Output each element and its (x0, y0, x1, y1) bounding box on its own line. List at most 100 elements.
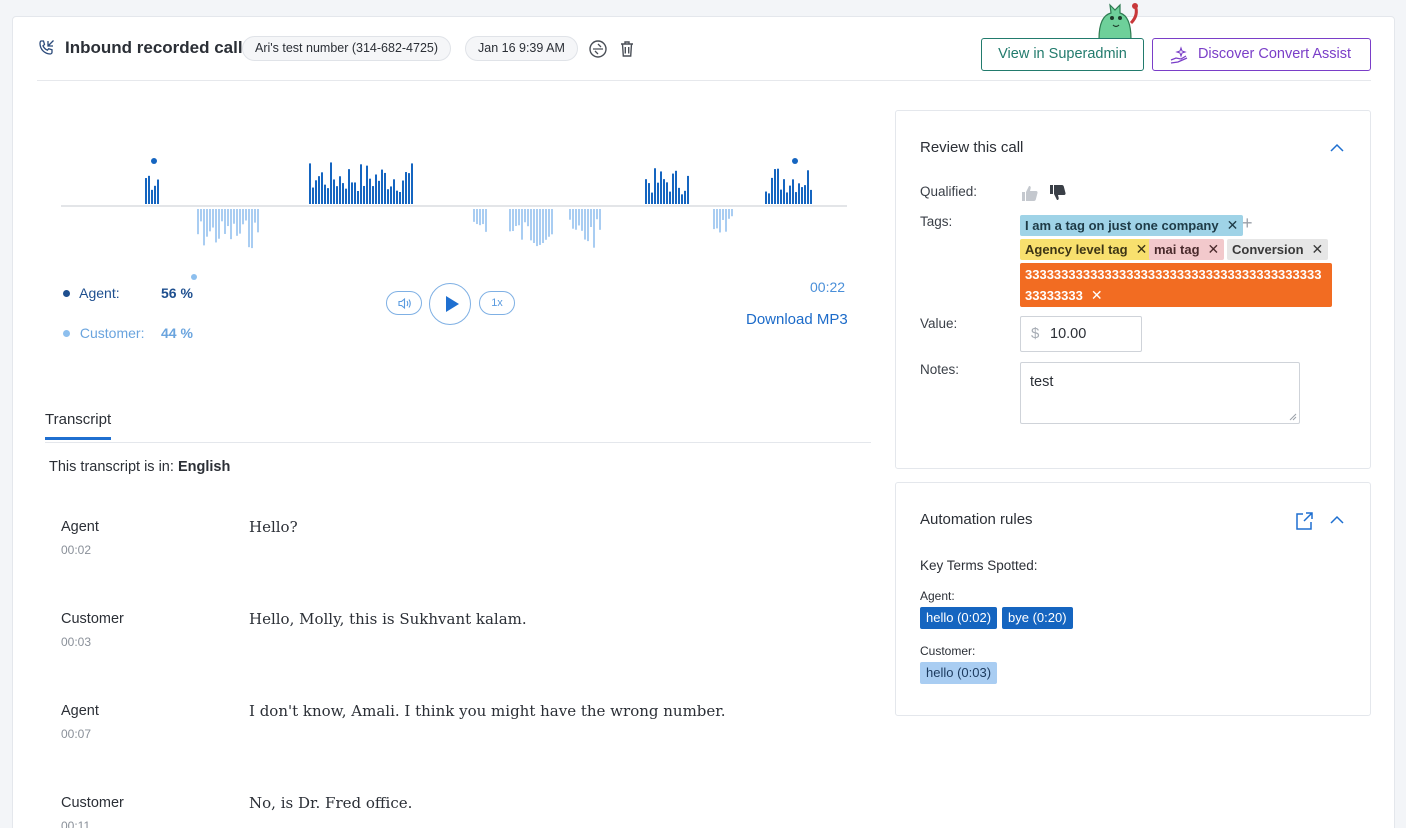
key-term-chip[interactable]: hello (0:03) (920, 662, 998, 684)
value-input-text: 10.00 (1050, 326, 1087, 342)
call-header: Inbound recorded call Ari's test number … (37, 3, 1371, 81)
agent-wave-bar (675, 170, 677, 204)
transcript-language-value: English (177, 459, 231, 475)
utterance-time[interactable]: 00:02 (61, 543, 91, 557)
download-mp3-link[interactable]: Download MP3 (746, 311, 848, 328)
trash-icon[interactable] (617, 39, 637, 59)
agent-wave-bar (363, 185, 365, 204)
value-label: Value: (920, 316, 958, 331)
customer-wave-bar (515, 209, 517, 227)
audio-waveform[interactable] (61, 147, 847, 267)
remove-tag-icon[interactable]: ✕ (1091, 287, 1103, 303)
playhead-dot[interactable] (191, 274, 197, 280)
transcript-utterance: Customer 00:11 No, is Dr. Fred office. (61, 794, 861, 828)
customer-wave-bar (713, 209, 715, 230)
external-link-icon[interactable] (1294, 511, 1314, 531)
notes-textarea[interactable]: test (1020, 362, 1300, 424)
customer-wave-bar (251, 209, 253, 249)
customer-wave-bar (509, 209, 511, 232)
mascot-illustration-icon (1098, 3, 1138, 39)
customer-wave-bar (539, 209, 541, 245)
agent-wave-bar (399, 191, 401, 204)
customer-wave-bar (224, 209, 226, 234)
agent-wave-bar (339, 176, 341, 204)
agent-wave-bar (324, 184, 326, 204)
play-button[interactable] (429, 283, 471, 325)
qualified-label: Qualified: (920, 184, 978, 199)
agent-wave-bar (378, 180, 380, 204)
agent-wave-bar (384, 172, 386, 204)
customer-wave-bar (731, 209, 733, 217)
thumbs-down-icon[interactable] (1048, 183, 1068, 203)
agent-wave-bar (789, 185, 791, 204)
agent-wave-bar (648, 183, 650, 204)
agent-wave-bar (145, 178, 147, 204)
customer-wave-bar (230, 209, 232, 240)
customer-wave-bar (584, 209, 586, 240)
transcript-language-prefix: This transcript is in: (49, 459, 174, 475)
remove-tag-icon[interactable]: ✕ (1227, 217, 1239, 233)
customer-wave-bar (239, 209, 241, 234)
value-input[interactable]: $ 10.00 (1020, 316, 1142, 352)
agent-wave-bar (330, 162, 332, 204)
customer-wave-bar (728, 209, 730, 219)
agent-wave-bar (151, 189, 153, 204)
tag-chip-label: mai tag (1154, 242, 1200, 257)
customer-wave-bar (248, 209, 250, 248)
customer-wave-bar (719, 209, 721, 233)
customer-wave-bar (245, 209, 247, 221)
agent-wave-bar (672, 173, 674, 204)
add-tag-icon[interactable]: + (1242, 213, 1253, 234)
customer-wave-bar (212, 209, 214, 228)
playback-speed-button[interactable]: 1x (479, 291, 515, 315)
tag-chip-label: 3333333333333333333333333333333333333333… (1025, 267, 1322, 303)
customer-wave-bar (551, 209, 553, 235)
tab-transcript[interactable]: Transcript (45, 411, 112, 440)
utterance-speaker: Customer (61, 795, 124, 811)
resize-handle-icon[interactable] (1289, 413, 1297, 421)
customer-wave-bar (581, 209, 583, 231)
agent-wave-bar (351, 182, 353, 204)
utterance-time[interactable]: 00:07 (61, 727, 91, 741)
utterance-time[interactable]: 00:11 (61, 819, 90, 828)
utterance-text: Hello, Molly, this is Sukhvant kalam. (249, 610, 527, 628)
agent-wave-bar (777, 168, 779, 204)
call-date-pill: Jan 16 9:39 AM (465, 36, 578, 61)
tag-chip: mai tag ✕ (1149, 239, 1225, 260)
customer-wave-bar (215, 209, 217, 243)
customer-wave-bar (587, 209, 589, 242)
automation-panel-title: Automation rules (920, 511, 1033, 528)
agent-wave-bar (771, 177, 773, 204)
agent-wave-bar (318, 176, 320, 204)
spam-block-icon[interactable] (588, 39, 608, 59)
key-term-chip[interactable]: bye (0:20) (1002, 607, 1073, 629)
customer-legend-dot (63, 330, 70, 337)
remove-tag-icon[interactable]: ✕ (1136, 241, 1148, 257)
chevron-up-icon[interactable] (1330, 143, 1344, 153)
remove-tag-icon[interactable]: ✕ (1312, 241, 1324, 257)
tags-label: Tags: (920, 214, 953, 229)
volume-button[interactable] (386, 291, 422, 315)
customer-wave-bar (527, 209, 529, 227)
transcript-language: This transcript is in: English (49, 459, 230, 475)
agent-wave-bar (411, 163, 413, 204)
remove-tag-icon[interactable]: ✕ (1208, 241, 1220, 257)
agent-legend: Agent: 56 % (63, 285, 193, 301)
thumbs-up-icon[interactable] (1020, 183, 1040, 203)
discover-convert-assist-button[interactable]: Discover Convert Assist (1152, 38, 1371, 71)
customer-wave-bar (200, 209, 202, 222)
customer-wave-bar (593, 209, 595, 248)
tag-chip: Agency level tag ✕ (1020, 239, 1153, 260)
agent-wave-bar (765, 191, 767, 204)
chevron-up-icon[interactable] (1330, 515, 1344, 525)
tag-chip: Conversion ✕ (1227, 239, 1329, 260)
utterance-time[interactable]: 00:03 (61, 635, 91, 649)
agent-wave-bar (345, 188, 347, 204)
agent-wave-bar (810, 189, 812, 204)
customer-wave-bar (716, 209, 718, 229)
customer-wave-bar (479, 209, 481, 226)
customer-wave-bar (221, 209, 223, 222)
key-term-chip[interactable]: hello (0:02) (920, 607, 998, 629)
view-in-superadmin-button[interactable]: View in Superadmin (981, 38, 1144, 71)
customer-wave-bar (209, 209, 211, 232)
